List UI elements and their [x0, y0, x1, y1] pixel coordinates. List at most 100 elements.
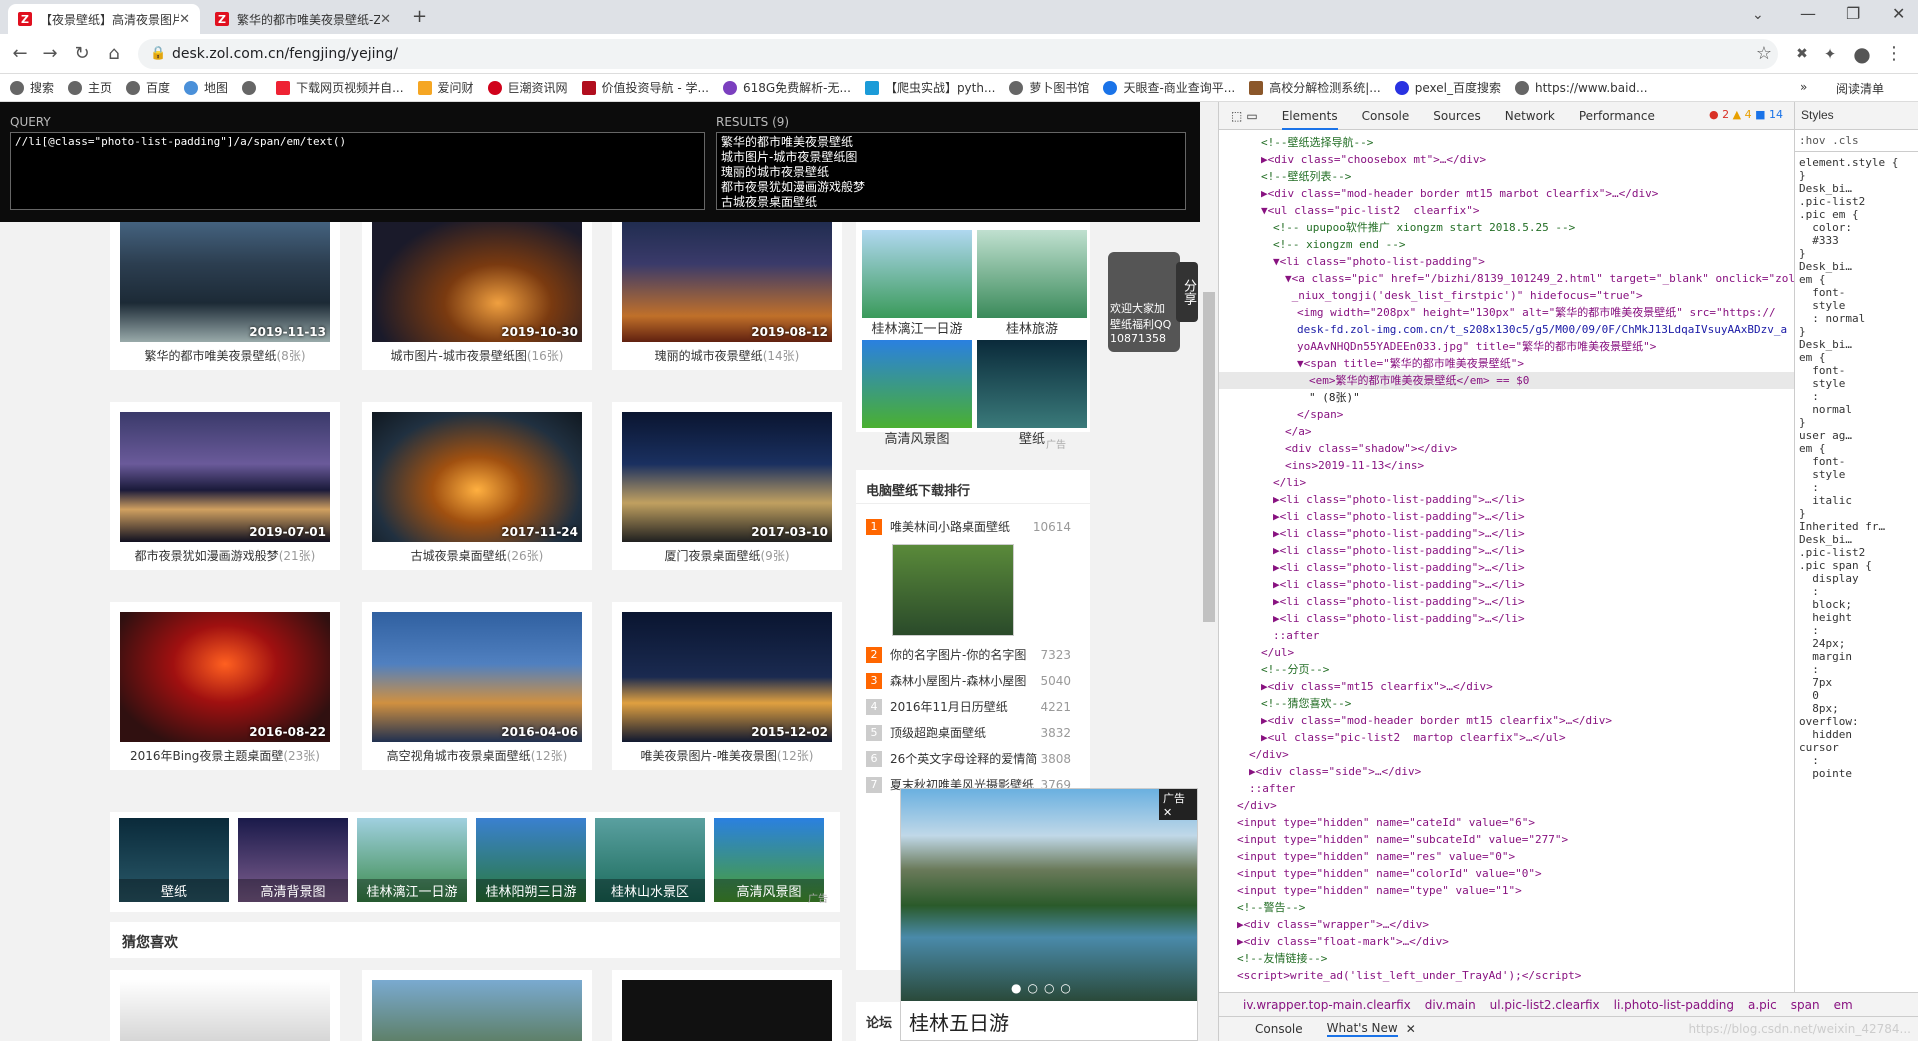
dom-node-line[interactable]: ▶<div class="float-mark">…</div> — [1219, 933, 1794, 950]
bookmark-star-icon[interactable]: ☆ — [1752, 42, 1776, 66]
dom-node-line[interactable]: ▶<li class="photo-list-padding">…</li> — [1219, 525, 1794, 542]
photo-thumbnail[interactable] — [120, 412, 330, 542]
bookmark-item[interactable]: 高校分解检测系统|... — [1249, 79, 1381, 96]
tab-active[interactable]: Z 【夜景壁纸】高清夜景图片-ZOL ✕ — [8, 4, 200, 34]
dom-node-line[interactable]: <!-- upupoo软件推广 xiongzm start 2018.5.25 … — [1219, 219, 1794, 236]
dom-node-line[interactable]: <div class="shadow"></div> — [1219, 440, 1794, 457]
tab-console[interactable]: Console — [1362, 109, 1410, 123]
profile-avatar-icon[interactable]: ● — [1850, 42, 1874, 66]
photo-caption[interactable]: 高空视角城市夜景桌面壁纸(12张) — [362, 747, 592, 764]
ranking-item[interactable]: 4 2016年11月日历壁纸 4221 — [866, 698, 1071, 715]
bookmark-item[interactable]: 地图 — [184, 79, 228, 96]
dom-node-line[interactable]: ▶<li class="photo-list-padding">…</li> — [1219, 593, 1794, 610]
elements-tree[interactable]: <!--壁纸选择导航--> ▶<div class="choosebox mt">… — [1219, 130, 1794, 992]
photo-caption[interactable]: 瑰丽的城市夜景壁纸(14张) — [612, 347, 842, 364]
dom-node-line[interactable]: ▼<li class="photo-list-padding"> — [1219, 253, 1794, 270]
dom-node-line[interactable]: ▶<li class="photo-list-padding">…</li> — [1219, 576, 1794, 593]
guess-thumbnail[interactable] — [372, 980, 582, 1041]
device-toolbar-icon[interactable]: ▭ — [1246, 109, 1257, 123]
photo-thumbnail[interactable] — [372, 612, 582, 742]
side-thumb-label[interactable]: 桂林旅游 — [977, 318, 1087, 337]
tab-sources[interactable]: Sources — [1433, 109, 1480, 123]
dom-node-line[interactable]: ▶<div class="wrapper">…</div> — [1219, 916, 1794, 933]
dom-node-line[interactable]: </a> — [1219, 423, 1794, 440]
photo-thumbnail[interactable] — [622, 412, 832, 542]
styles-tab[interactable]: Styles — [1795, 102, 1918, 130]
dom-node-line[interactable]: <!--友情链接--> — [1219, 950, 1794, 967]
drawer-tab-whats-new[interactable]: What's New — [1326, 1021, 1398, 1037]
reload-icon[interactable]: ↻ — [70, 42, 94, 66]
side-thumb-label[interactable]: 壁纸 — [977, 428, 1087, 447]
dom-node-line[interactable]: ▶<div class="mod-header border mt15 marb… — [1219, 185, 1794, 202]
photo-caption[interactable]: 繁华的都市唯美夜景壁纸(8张) — [110, 347, 340, 364]
dom-node-line[interactable]: <em>繁华的都市唯美夜景壁纸</em> == $0 — [1219, 372, 1794, 389]
close-window-button[interactable]: ✕ — [1892, 4, 1905, 23]
photo-card[interactable]: 2017-03-10 厦门夜景桌面壁纸(9张) — [612, 402, 842, 570]
photo-card[interactable]: 2019-08-12 瑰丽的城市夜景壁纸(14张) — [612, 202, 842, 370]
side-thumb[interactable] — [862, 230, 972, 318]
dom-node-line[interactable]: <input type="hidden" name="cateId" value… — [1219, 814, 1794, 831]
dom-node-line[interactable]: _niux_tongji('desk_list_firstpic')" hide… — [1219, 287, 1794, 304]
strip-item[interactable]: 壁纸 — [119, 818, 229, 902]
side-thumb[interactable] — [977, 340, 1087, 428]
ranking-item[interactable]: 1 唯美林间小路桌面壁纸 10614 — [866, 518, 1071, 535]
photo-thumbnail[interactable] — [622, 212, 832, 342]
close-icon[interactable]: ✕ — [1406, 1022, 1416, 1036]
reading-list-button[interactable]: 阅读清单 — [1836, 80, 1884, 97]
issue-counts[interactable]: ● 2 ▲ 4 ■ 14 — [1709, 108, 1783, 121]
guess-thumbnail[interactable] — [120, 980, 330, 1041]
strip-item[interactable]: 桂林阳朔三日游 — [476, 818, 586, 902]
photo-caption[interactable]: 城市图片-城市夜景壁纸图(16张) — [362, 347, 592, 364]
bookmark-item[interactable]: 天眼查-商业查询平... — [1103, 79, 1235, 96]
bookmark-item[interactable]: 主页 — [68, 79, 112, 96]
breadcrumb-item[interactable]: ul.pic-list2.clearfix — [1490, 998, 1600, 1012]
dom-node-line[interactable]: <script>write_ad('list_left_under_TrayAd… — [1219, 967, 1794, 984]
dom-node-line[interactable]: " (8张)" — [1219, 389, 1794, 406]
ranking-item[interactable]: 6 26个英文字母诠释的爱情简 3808 — [866, 750, 1071, 767]
dom-node-line[interactable]: <!--警告--> — [1219, 899, 1794, 916]
dom-node-line[interactable]: ▶<div class="mod-header border mt15 clea… — [1219, 712, 1794, 729]
dom-node-line[interactable]: </ul> — [1219, 644, 1794, 661]
photo-card[interactable]: 2015-12-02 唯美夜景图片-唯美夜景图(12张) — [612, 602, 842, 770]
bookmark-item[interactable]: 搜索 — [10, 79, 54, 96]
ranking-thumbnail[interactable] — [892, 544, 1014, 636]
photo-card[interactable]: 2017-11-24 古城夜景桌面壁纸(26张) — [362, 402, 592, 570]
bookmark-item[interactable]: 【爬虫实战】pyth... — [864, 79, 995, 96]
extensions-puzzle-icon[interactable]: ✦ — [1818, 42, 1842, 66]
dom-node-line[interactable]: ▶<ul class="pic-list2 martop clearfix">…… — [1219, 729, 1794, 746]
dom-node-line[interactable]: ▼<span title="繁华的都市唯美夜景壁纸"> — [1219, 355, 1794, 372]
dom-node-line[interactable]: ▶<div class="mt15 clearfix">…</div> — [1219, 678, 1794, 695]
dom-node-line[interactable]: ▶<li class="photo-list-padding">…</li> — [1219, 559, 1794, 576]
dom-node-line[interactable]: <input type="hidden" name="colorId" valu… — [1219, 865, 1794, 882]
qq-float-widget[interactable]: 欢迎大家加 壁纸福利QQ 10871358 — [1108, 252, 1180, 352]
back-icon[interactable]: ← — [8, 42, 32, 66]
popup-ad[interactable]: 广告 ✕ ●○○○ 桂林五日游 — [900, 788, 1198, 1041]
dom-node-line[interactable]: ▶<li class="photo-list-padding">…</li> — [1219, 542, 1794, 559]
dom-node-line[interactable]: <input type="hidden" name="type" value="… — [1219, 882, 1794, 899]
popup-ad-caption[interactable]: 桂林五日游 — [909, 1007, 1009, 1036]
breadcrumb-item[interactable]: a.pic — [1748, 998, 1777, 1012]
photo-caption[interactable]: 古城夜景桌面壁纸(26张) — [362, 547, 592, 564]
close-tab-icon[interactable]: ✕ — [380, 12, 391, 27]
bookmark-item[interactable]: 价值投资导航 - 学... — [581, 79, 709, 96]
ranking-item[interactable]: 2 你的名字图片-你的名字图 7323 — [866, 646, 1071, 663]
breadcrumb-item[interactable]: li.photo-list-padding — [1614, 998, 1734, 1012]
photo-caption[interactable]: 2016年Bing夜景主题桌面壁(23张) — [110, 747, 340, 764]
popup-ad-image[interactable] — [901, 789, 1197, 1001]
guess-card[interactable] — [110, 970, 340, 1041]
side-thumb[interactable] — [862, 340, 972, 428]
photo-caption[interactable]: 都市夜景犹如漫画游戏般梦(21张) — [110, 547, 340, 564]
breadcrumb-item[interactable]: em — [1834, 998, 1853, 1012]
dom-node-line[interactable]: <ins>2019-11-13</ins> — [1219, 457, 1794, 474]
home-icon[interactable]: ⌂ — [102, 42, 126, 66]
side-thumb-label[interactable]: 高清风景图 — [862, 428, 972, 447]
menu-icon[interactable]: ⋮ — [1882, 42, 1906, 66]
tab-inactive[interactable]: Z 繁华的都市唯美夜景壁纸-ZOL桌 ✕ — [205, 4, 401, 34]
guess-thumbnail[interactable] — [622, 980, 832, 1041]
dom-node-line[interactable]: ▼<a class="pic" href="/bizhi/8139_101249… — [1219, 270, 1794, 287]
photo-card[interactable]: 2016-04-06 高空视角城市夜景桌面壁纸(12张) — [362, 602, 592, 770]
close-icon[interactable]: ✕ — [1163, 806, 1172, 819]
scrollbar-thumb[interactable] — [1203, 292, 1215, 622]
tab-performance[interactable]: Performance — [1579, 109, 1655, 123]
dom-node-line[interactable]: <!--壁纸选择导航--> — [1219, 134, 1794, 151]
